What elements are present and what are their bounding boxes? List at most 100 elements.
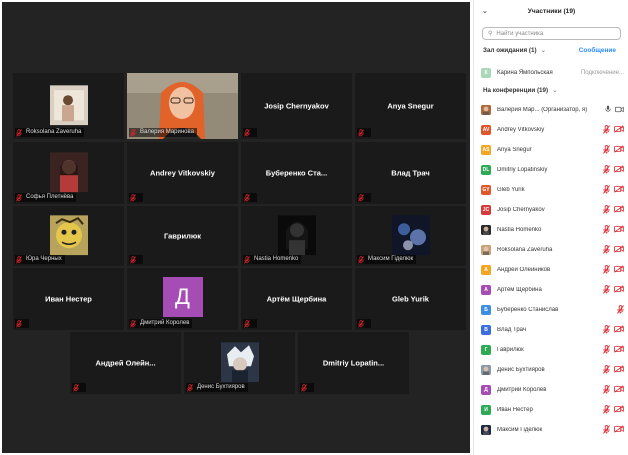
- participant-row[interactable]: Д Дмитрий Королев: [481, 384, 624, 396]
- video-tile[interactable]: Денис Бухтияров: [184, 332, 295, 394]
- video-off-icon[interactable]: [614, 265, 624, 275]
- tile-label: [243, 128, 257, 137]
- muted-mic-icon[interactable]: [603, 404, 610, 416]
- tile-participant-name: Влад Трач: [391, 168, 430, 178]
- avatar: AS: [481, 145, 491, 155]
- video-off-icon[interactable]: [614, 245, 624, 255]
- participant-row[interactable]: GY Gleb Yurik: [481, 184, 624, 196]
- video-camera-icon[interactable]: [615, 106, 624, 115]
- participant-row[interactable]: AS Anya Snegur: [481, 144, 624, 156]
- chevron-down-icon: ⌄: [540, 47, 546, 54]
- participant-row[interactable]: В Влад Трач: [481, 324, 624, 336]
- participant-row[interactable]: Б Буберенко Станислав: [481, 304, 624, 316]
- video-tile[interactable]: Гаврилюк: [127, 206, 238, 266]
- muted-mic-icon[interactable]: [603, 264, 610, 276]
- muted-mic-icon: [358, 255, 365, 264]
- muted-mic-icon: [358, 319, 365, 328]
- video-tile[interactable]: Артём Щербина: [241, 268, 352, 330]
- participant-row[interactable]: DL Dmitriy Lopatinskiy: [481, 164, 624, 176]
- muted-mic-icon[interactable]: [603, 124, 610, 136]
- participant-row[interactable]: Roksolana Zaveruha: [481, 244, 624, 256]
- participant-row[interactable]: А Андрей Олейников: [481, 264, 624, 276]
- tile-label: Софья Плетнёва: [15, 193, 77, 202]
- video-off-icon[interactable]: [614, 325, 624, 335]
- tile-participant-name: Andrey Vitkovskiy: [150, 168, 215, 178]
- participant-name: Артём Щербина: [497, 287, 542, 293]
- participant-row[interactable]: А Артём Щербина: [481, 284, 624, 296]
- video-off-icon[interactable]: [614, 345, 624, 355]
- profile-picture: [220, 342, 259, 383]
- waiting-participant-row[interactable]: К Карина Ямпольская Подключение...: [481, 67, 624, 78]
- video-off-icon[interactable]: [614, 425, 624, 435]
- video-tile[interactable]: Anya Snegur: [355, 73, 466, 139]
- profile-picture: [49, 152, 88, 193]
- collapse-chevron-icon[interactable]: ⌄: [482, 7, 488, 15]
- video-tile[interactable]: Д Дмитрий Королев: [127, 268, 238, 330]
- message-button[interactable]: Сообщение: [579, 47, 616, 54]
- tile-label: Максим Гiделюк: [357, 255, 417, 264]
- video-tile[interactable]: Андрей Олейн...: [70, 332, 181, 394]
- video-off-icon[interactable]: [614, 145, 624, 155]
- muted-mic-icon[interactable]: [603, 244, 610, 256]
- video-tile[interactable]: Josip Chernyakov: [241, 73, 352, 139]
- tile-label: Дмитрий Королев: [129, 319, 193, 328]
- participant-row[interactable]: Максим Гiделюк: [481, 424, 624, 436]
- muted-mic-icon[interactable]: [603, 324, 610, 336]
- video-off-icon[interactable]: [614, 185, 624, 195]
- video-off-icon[interactable]: [614, 125, 624, 135]
- video-tile[interactable]: Влад Трач: [355, 142, 466, 204]
- video-tile[interactable]: Иван Нестер: [13, 268, 124, 330]
- video-tile[interactable]: Roksolana Zaveruha: [13, 73, 124, 139]
- search-icon: ⚲: [488, 31, 493, 37]
- muted-mic-icon[interactable]: [603, 184, 610, 196]
- tile-label: [72, 383, 86, 392]
- tile-participant-name: Gleb Yurik: [392, 294, 429, 304]
- participant-row[interactable]: JC Josip Chernyakov: [481, 204, 624, 216]
- video-tile[interactable]: Dmitriy Lopatin...: [298, 332, 409, 394]
- video-tile[interactable]: Gleb Yurik: [355, 268, 466, 330]
- participant-name: Денис Бухтияров: [497, 367, 545, 373]
- muted-mic-icon[interactable]: [603, 344, 610, 356]
- video-tile[interactable]: Валерия Маринова: [127, 73, 238, 139]
- video-tile[interactable]: Буберенко Ста...: [241, 142, 352, 204]
- video-tile[interactable]: Софья Плетнёва: [13, 142, 124, 204]
- video-tile[interactable]: Максим Гiделюк: [355, 206, 466, 266]
- muted-mic-icon[interactable]: [617, 304, 624, 316]
- participant-row[interactable]: И Иван Нестер: [481, 404, 624, 416]
- video-off-icon[interactable]: [614, 285, 624, 295]
- participant-row[interactable]: Г Гаврилюк: [481, 344, 624, 356]
- muted-mic-icon: [16, 255, 23, 264]
- video-off-icon[interactable]: [614, 165, 624, 175]
- tile-label: [243, 319, 257, 328]
- muted-mic-icon[interactable]: [603, 284, 610, 296]
- waiting-participant-status: Подключение...: [580, 69, 624, 76]
- video-tile[interactable]: Nastia Homenko: [241, 206, 352, 266]
- participant-row[interactable]: AV Andrey Vitkovskiy: [481, 124, 624, 136]
- avatar: К: [481, 67, 491, 78]
- search-input[interactable]: ⚲ Найти участника: [482, 27, 621, 40]
- video-off-icon[interactable]: [614, 385, 624, 395]
- muted-mic-icon[interactable]: [603, 384, 610, 396]
- video-tile[interactable]: Юра Черных: [13, 206, 124, 266]
- participant-row[interactable]: Денис Бухтияров: [481, 364, 624, 376]
- tile-label-name: Валерия Маринова: [140, 129, 194, 135]
- muted-mic-icon[interactable]: [603, 144, 610, 156]
- video-off-icon[interactable]: [614, 205, 624, 215]
- tile-participant-name: Anya Snegur: [387, 101, 434, 111]
- participant-row[interactable]: Валерия Мар... (Организатор, я): [481, 104, 624, 116]
- muted-mic-icon[interactable]: [603, 164, 610, 176]
- muted-mic-icon[interactable]: [603, 424, 610, 436]
- mic-icon[interactable]: [605, 105, 611, 115]
- video-off-icon[interactable]: [614, 365, 624, 375]
- video-tile[interactable]: Andrey Vitkovskiy: [127, 142, 238, 204]
- profile-picture: [49, 85, 88, 126]
- video-off-icon[interactable]: [614, 225, 624, 235]
- muted-mic-icon[interactable]: [603, 364, 610, 376]
- video-off-icon[interactable]: [614, 405, 624, 415]
- waiting-room-header[interactable]: Зал ожидания (1) ⌄: [483, 47, 546, 54]
- participant-row[interactable]: Nastia Homenko: [481, 224, 624, 236]
- muted-mic-icon[interactable]: [603, 224, 610, 236]
- muted-mic-icon[interactable]: [603, 204, 610, 216]
- participants-panel: ⌄ Участники (19) ⚲ Найти участника Зал о…: [473, 0, 628, 455]
- conference-header[interactable]: На конференции (19) ⌄: [483, 87, 557, 94]
